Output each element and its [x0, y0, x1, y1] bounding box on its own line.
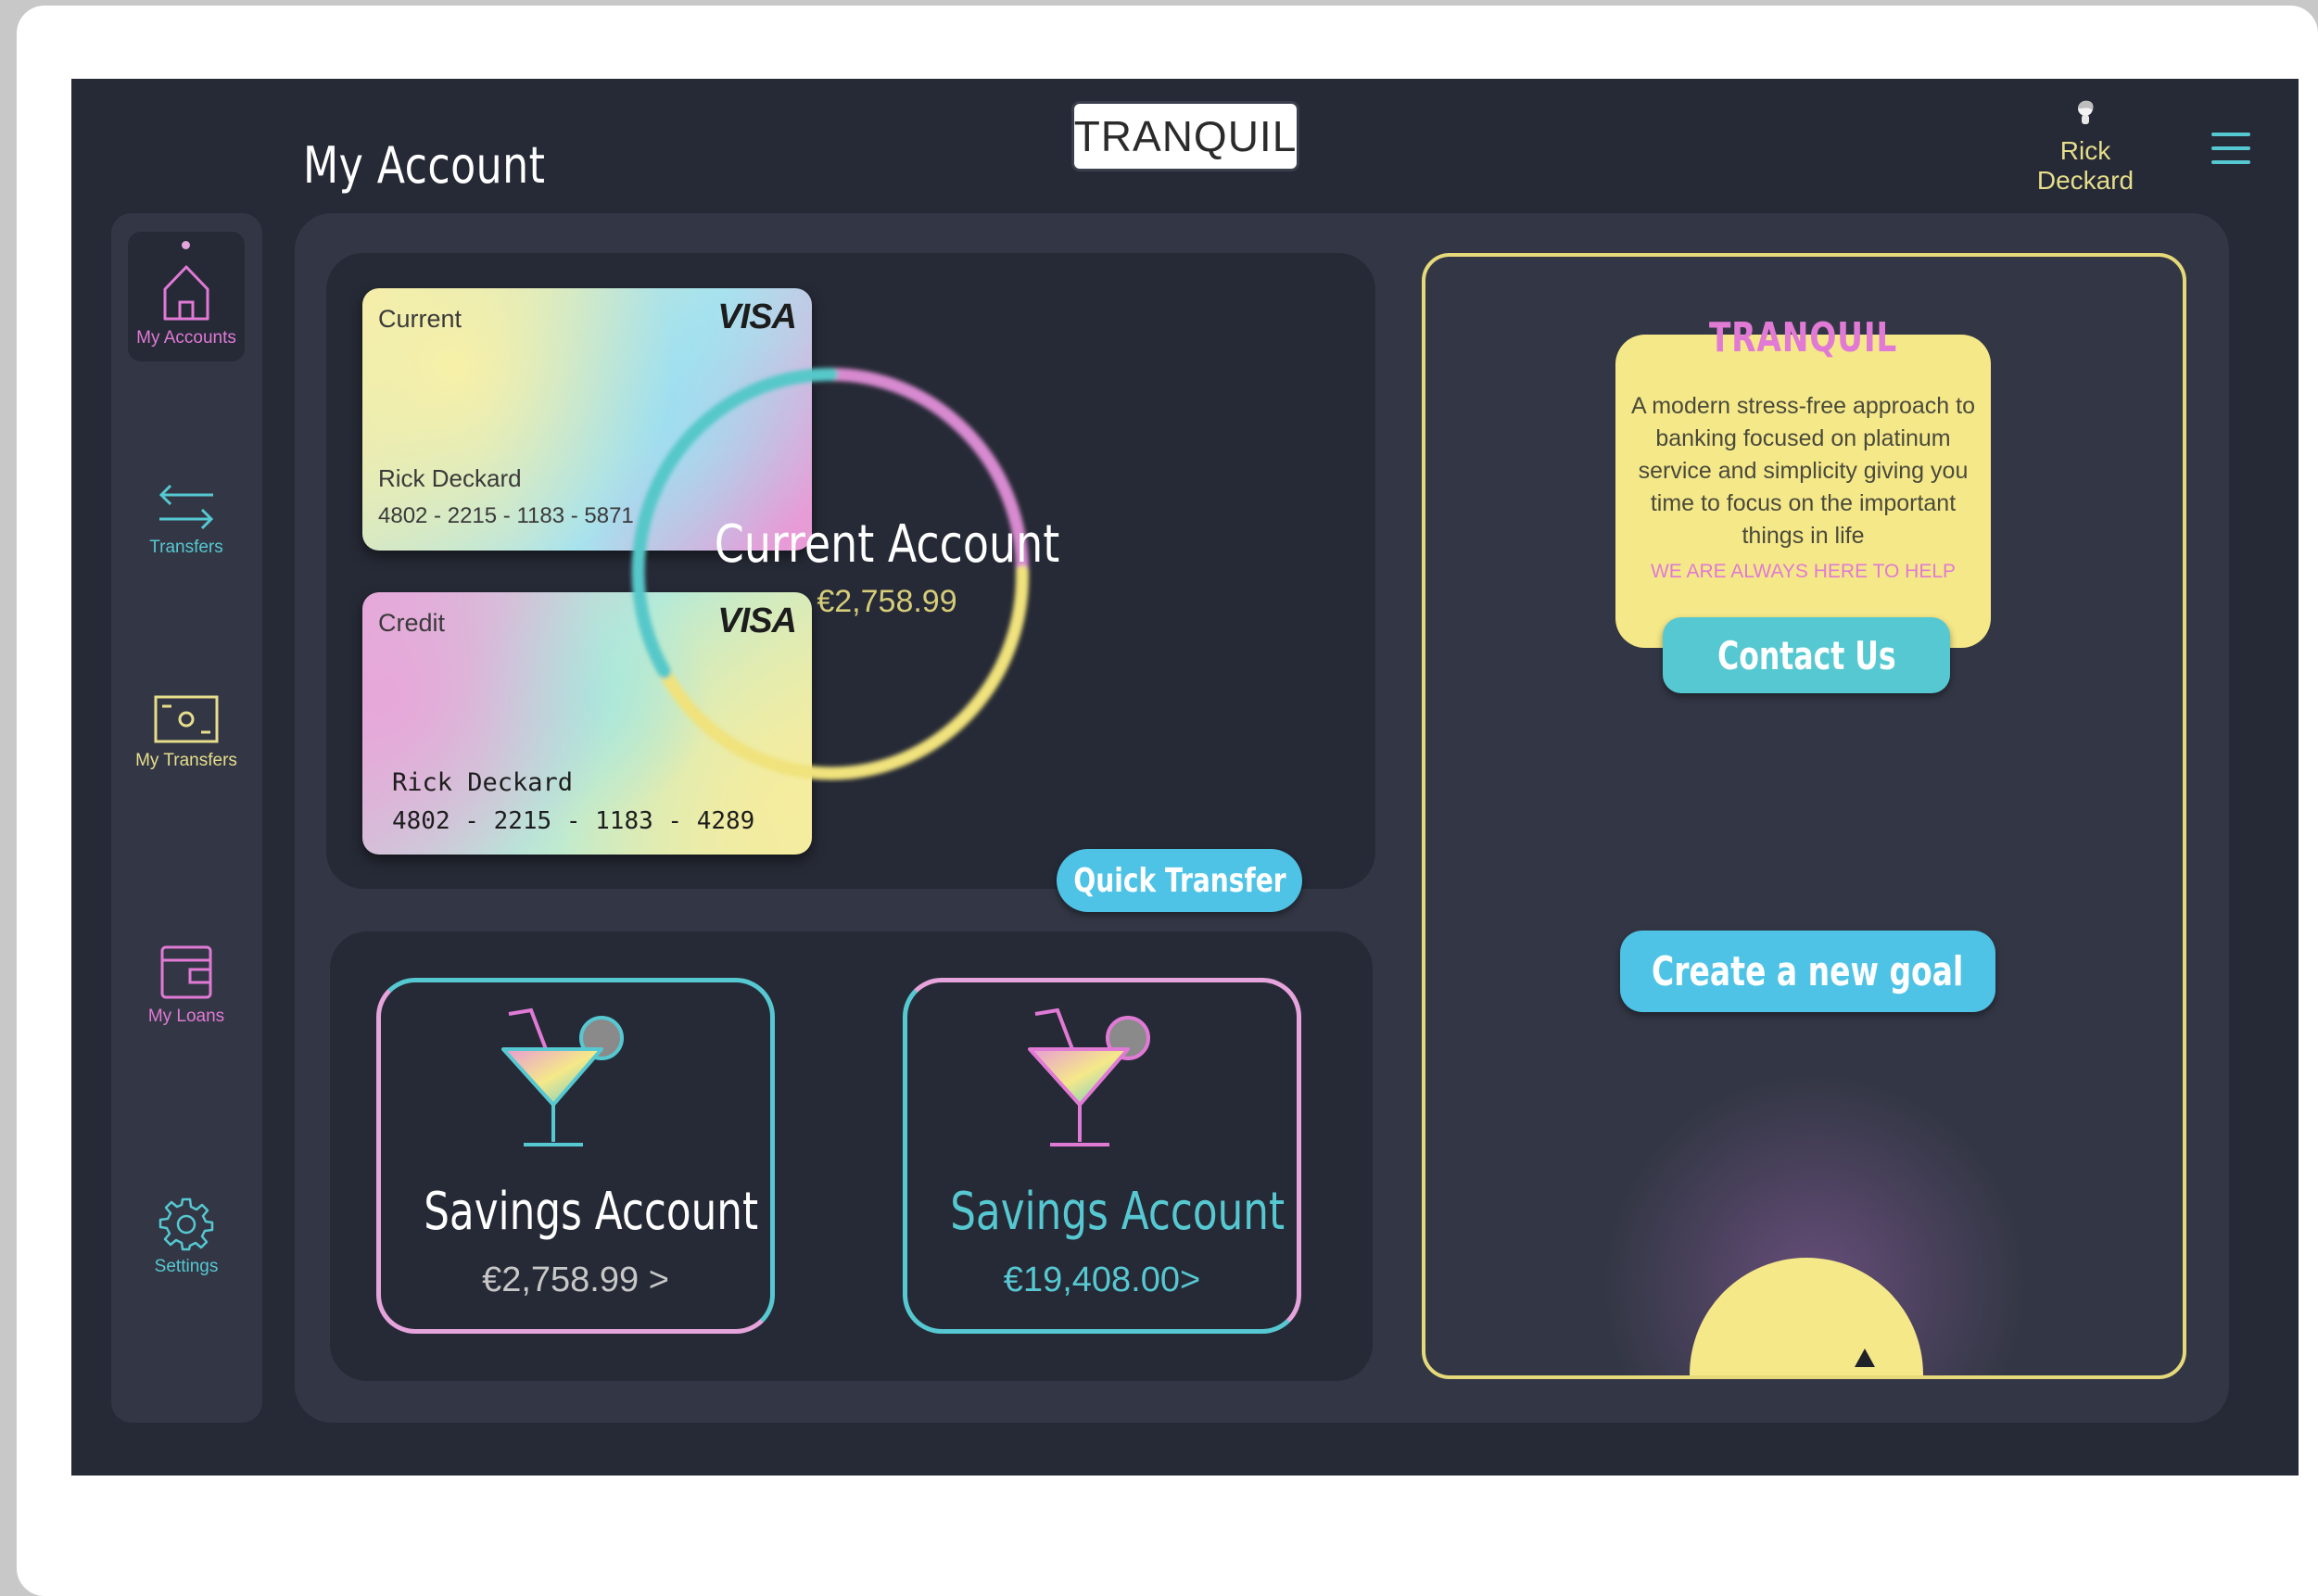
card-number: 4802 - 2215 - 1183 - 5871: [378, 503, 634, 528]
card-holder: Rick Deckard: [392, 768, 574, 797]
sidebar: My Accounts Transfers My Transfers My Lo…: [111, 213, 262, 1423]
sidebar-item-my-loans[interactable]: My Loans: [128, 944, 245, 1027]
sidebar-item-label: My Loans: [147, 1007, 225, 1026]
quick-transfer-label: Quick Transfer: [1072, 861, 1286, 900]
cocktail-icon: [501, 1007, 624, 1146]
create-goal-button[interactable]: Create a new goal: [1620, 931, 1995, 1012]
info-card: TRANQUIL A modern stress-free approach t…: [1615, 314, 1991, 648]
create-goal-label: Create a new goal: [1652, 947, 1964, 995]
chevron-right-icon[interactable]: >: [649, 1260, 669, 1299]
savings-panel: Savings Account €2,758.99 > Savings Acco…: [330, 931, 1373, 1381]
contact-us-label: Contact Us: [1716, 632, 1896, 678]
contact-us-button[interactable]: Contact Us: [1663, 617, 1950, 693]
info-description: A modern stress-free approach to banking…: [1630, 393, 1976, 549]
sidebar-item-label: Settings: [154, 1257, 219, 1276]
savings-account-card[interactable]: Savings Account €2,758.99 >: [376, 978, 775, 1334]
chevron-right-icon[interactable]: >: [1180, 1260, 1200, 1299]
user-profile[interactable]: Rick Deckard: [2011, 99, 2160, 196]
sidebar-item-label: My Transfers: [135, 751, 237, 770]
visa-logo: VISA: [717, 298, 797, 336]
sidebar-item-label: My Accounts: [136, 328, 236, 348]
savings-balance: €19,408.00>: [1003, 1260, 1201, 1299]
card-type: Current: [378, 305, 462, 333]
user-avatar-icon: [2078, 100, 2094, 124]
cocktail-icon: [1028, 1007, 1150, 1146]
sail-icon: [1855, 1349, 1875, 1367]
sidebar-item-my-transfers[interactable]: My Transfers: [128, 693, 245, 771]
savings-account-card[interactable]: Savings Account €19,408.00>: [903, 978, 1301, 1334]
sidebar-item-settings[interactable]: Settings: [128, 1196, 245, 1277]
sidebar-item-transfers[interactable]: Transfers: [128, 482, 245, 558]
cash-icon: [154, 695, 219, 743]
tablet-frame: My Account TRANQUIL Rick Deckard My Acco…: [17, 6, 2318, 1596]
page-title: My Account: [303, 136, 546, 195]
card-type: Credit: [378, 609, 446, 637]
sidebar-item-my-accounts[interactable]: My Accounts: [128, 232, 245, 361]
savings-balance: €2,758.99 >: [482, 1260, 669, 1299]
transfer-arrows-icon: [158, 484, 214, 530]
card-number: 4802 - 2215 - 1183 - 4289: [392, 807, 755, 835]
brand-logo[interactable]: TRANQUIL: [1074, 104, 1297, 169]
info-brand: TRANQUIL: [1708, 314, 1898, 361]
quick-transfer-button[interactable]: Quick Transfer: [1057, 849, 1302, 912]
home-icon: [163, 265, 209, 321]
current-account-balance: €2,758.99: [817, 584, 957, 619]
hamburger-menu-icon[interactable]: [2211, 133, 2250, 166]
app-screen: My Account TRANQUIL Rick Deckard My Acco…: [71, 79, 2299, 1476]
gear-icon: [158, 1197, 214, 1251]
savings-title: Savings Account: [424, 1182, 759, 1242]
goals-panel: TRANQUIL A modern stress-free approach t…: [1422, 253, 2186, 1379]
savings-title: Savings Account: [950, 1182, 1286, 1242]
card-holder: Rick Deckard: [378, 464, 522, 492]
sidebar-item-label: Transfers: [149, 538, 223, 557]
wallet-icon: [160, 945, 212, 999]
user-name: Rick Deckard: [2036, 136, 2134, 195]
active-indicator: [182, 241, 190, 249]
help-text: WE ARE ALWAYS HERE TO HELP: [1650, 561, 1957, 582]
current-account-title: Current Account: [714, 514, 1060, 575]
